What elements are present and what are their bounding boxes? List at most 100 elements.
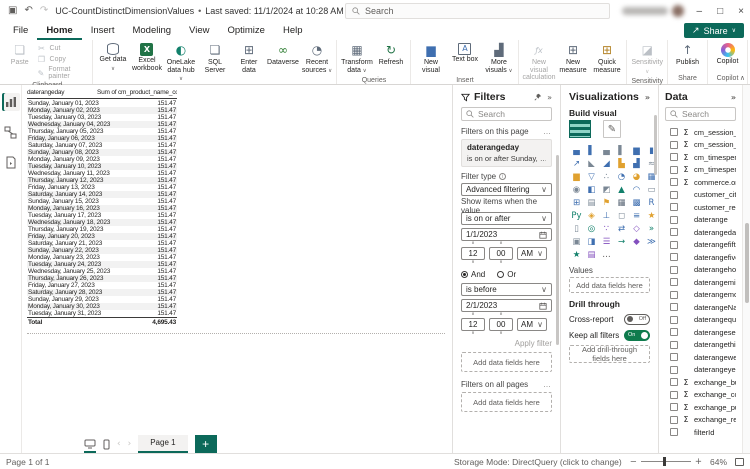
excel-workbook-button[interactable]: X Excel workbook bbox=[131, 42, 162, 72]
calendar-icon[interactable] bbox=[539, 231, 547, 239]
condition2-date-input[interactable]: 2/1/2023 bbox=[461, 299, 552, 312]
visual-shape-map-icon[interactable]: ◩ bbox=[599, 183, 614, 196]
checkbox[interactable] bbox=[670, 165, 678, 174]
minute-up-icon[interactable]: ∧ bbox=[489, 312, 513, 317]
checkbox[interactable] bbox=[670, 428, 678, 437]
field-daterangemin[interactable]: daterangemin… bbox=[665, 276, 736, 289]
text-box-button[interactable]: A Text box bbox=[449, 42, 480, 64]
hour-down-icon[interactable]: ∨ bbox=[461, 260, 485, 265]
field-daterangesec[interactable]: daterangesec… bbox=[665, 326, 736, 339]
zoom-slider-thumb[interactable] bbox=[662, 457, 666, 466]
field-daterangethirt[interactable]: daterangethirt… bbox=[665, 339, 736, 352]
visual-qa-visual-icon[interactable]: ◻ bbox=[614, 209, 629, 222]
visual-donut-chart-icon[interactable]: ◕ bbox=[629, 170, 644, 183]
table-row[interactable]: Saturday, January 21, 2023 151.47 bbox=[27, 240, 177, 247]
field-cm-timespent[interactable]: Σcm_timespent… bbox=[665, 164, 736, 177]
condition1-ampm-dropdown[interactable]: AM ∨ bbox=[517, 247, 547, 260]
visual-metrics-icon[interactable]: ★ bbox=[644, 209, 658, 222]
table-row[interactable]: Sunday, January 15, 2023 151.47 bbox=[27, 198, 177, 205]
field-cm-session-st[interactable]: Σcm_session_st… bbox=[665, 139, 736, 152]
checkbox[interactable] bbox=[670, 365, 678, 374]
or-radio[interactable]: Or bbox=[497, 270, 516, 279]
minute-down-icon[interactable]: ∨ bbox=[489, 260, 513, 265]
field-daterange[interactable]: daterange bbox=[665, 214, 736, 227]
menu-view[interactable]: View bbox=[180, 22, 218, 40]
field-daterangeyear[interactable]: daterangeyear bbox=[665, 364, 736, 377]
zoom-slider-track[interactable] bbox=[640, 457, 691, 466]
table-row[interactable]: Thursday, January 19, 2023 151.47 bbox=[27, 226, 177, 233]
filter-card-daterangeday[interactable]: daterangeday is on or after Sunday, … bbox=[461, 139, 552, 167]
visual-stacked-bar-chart-icon[interactable]: ▄ bbox=[569, 144, 584, 157]
and-radio[interactable]: And bbox=[461, 270, 485, 279]
field-exchange-cost[interactable]: Σexchange_cost bbox=[665, 389, 736, 402]
table-row[interactable]: Wednesday, January 18, 2023 151.47 bbox=[27, 219, 177, 226]
get-data-button[interactable]: Get data ∨ bbox=[97, 42, 128, 73]
visual-new-card-icon[interactable]: ⊞ bbox=[569, 196, 584, 209]
field-daterangena[interactable]: daterangeNa… bbox=[665, 301, 736, 314]
table-row[interactable]: Monday, January 23, 2023 151.47 bbox=[27, 254, 177, 261]
table-row[interactable]: Sunday, January 01, 2023 151.47 bbox=[27, 100, 177, 107]
field-cm-timespent[interactable]: Σcm_timespent… bbox=[665, 151, 736, 164]
field-customer-regi[interactable]: customer_regi… bbox=[665, 201, 736, 214]
visual-gauge-icon[interactable]: ◠ bbox=[629, 183, 644, 196]
visual-numeric-range-slicer-icon[interactable]: ◇ bbox=[629, 222, 644, 235]
copilot-button[interactable]: Copilot bbox=[712, 42, 743, 66]
visual-r-script-visual-icon[interactable]: R bbox=[644, 196, 658, 209]
checkbox[interactable] bbox=[670, 228, 678, 237]
table-row[interactable]: Tuesday, January 17, 2023 151.47 bbox=[27, 212, 177, 219]
visual-get-more-visuals-icon[interactable]: ≫ bbox=[644, 235, 658, 248]
condition1-date-input[interactable]: 1/1/2023 bbox=[461, 228, 552, 241]
table-row[interactable]: Wednesday, January 04, 2023 151.47 bbox=[27, 121, 177, 128]
publish-button[interactable]: ↑ Publish bbox=[672, 42, 703, 67]
filter-type-dropdown[interactable]: Advanced filtering ∨ bbox=[461, 183, 552, 196]
visual-100-stacked-bar-chart-icon[interactable]: ▆ bbox=[629, 144, 644, 157]
checkbox[interactable] bbox=[670, 240, 678, 249]
fit-to-page-icon[interactable] bbox=[735, 457, 744, 466]
hour-down-icon[interactable]: ∨ bbox=[461, 331, 485, 336]
more-options-icon[interactable]: … bbox=[543, 127, 552, 136]
checkbox[interactable] bbox=[670, 253, 678, 262]
more-options-icon[interactable]: … bbox=[543, 380, 552, 389]
menu-modeling[interactable]: Modeling bbox=[123, 22, 180, 40]
share-button[interactable]: ↗ Share ∨ bbox=[684, 23, 744, 38]
visual-slicer-icon[interactable]: ▯ bbox=[569, 222, 584, 235]
field-daterangeweek[interactable]: daterangeweek bbox=[665, 351, 736, 364]
table-row[interactable]: Wednesday, January 11, 2023 151.47 bbox=[27, 170, 177, 177]
table-row[interactable]: Friday, January 20, 2023 151.47 bbox=[27, 233, 177, 240]
data-search-input[interactable]: Search bbox=[665, 107, 736, 121]
table-row[interactable]: Tuesday, January 24, 2023 151.47 bbox=[27, 261, 177, 268]
visual-area-chart-icon[interactable]: ◣ bbox=[584, 157, 599, 170]
values-dropzone[interactable]: Add data fields here bbox=[569, 277, 650, 293]
save-icon[interactable]: ▣ bbox=[8, 0, 17, 22]
new-visual-button[interactable]: ▆ New visual bbox=[415, 42, 446, 74]
add-data-fields-dropzone[interactable]: Add data fields here bbox=[461, 392, 552, 412]
field-filterid[interactable]: filterId bbox=[665, 426, 736, 439]
visual-card-icon[interactable]: ▭ bbox=[644, 183, 658, 196]
visual-decomposition-tree-icon[interactable]: ⊥ bbox=[599, 209, 614, 222]
table-row[interactable]: Friday, January 13, 2023 151.47 bbox=[27, 184, 177, 191]
scrollbar-thumb[interactable] bbox=[745, 223, 749, 303]
checkbox[interactable] bbox=[670, 190, 678, 199]
visual-python-visual-icon[interactable]: Py bbox=[569, 209, 584, 222]
visual-more-options-icon[interactable]: … bbox=[599, 248, 614, 261]
report-canvas[interactable]: daterangeday Sum of cm_product_name_coun… bbox=[22, 85, 452, 453]
field-daterangehour[interactable]: daterangehour bbox=[665, 264, 736, 277]
field-daterangefifte[interactable]: daterangefifte… bbox=[665, 239, 736, 252]
checkbox[interactable] bbox=[670, 378, 678, 387]
visual-stacked-area-chart-icon[interactable]: ◢ bbox=[599, 157, 614, 170]
transform-data-button[interactable]: ▦ Transform data ∨ bbox=[341, 42, 373, 75]
visual-clustered-column-chart-icon[interactable]: ▌ bbox=[614, 144, 629, 157]
hour-up-icon[interactable]: ∧ bbox=[461, 241, 485, 246]
table-row[interactable]: Monday, January 09, 2023 151.47 bbox=[27, 156, 177, 163]
new-measure-button[interactable]: ⊞ New measure bbox=[557, 42, 588, 74]
visual-stacked-column-chart-icon[interactable]: ▌ bbox=[584, 144, 599, 157]
visual-azure-map-icon[interactable]: ▲ bbox=[614, 183, 629, 196]
checkbox[interactable] bbox=[670, 290, 678, 299]
visual-paginated-report-icon[interactable]: ▣ bbox=[569, 235, 584, 248]
visual-funnel-icon[interactable]: ▽ bbox=[584, 170, 599, 183]
tab-page-1[interactable]: Page 1 bbox=[138, 435, 188, 453]
table-row[interactable]: Monday, January 02, 2023 151.47 bbox=[27, 107, 177, 114]
condition2-minute-input[interactable]: 00 bbox=[489, 318, 513, 331]
checkbox[interactable] bbox=[670, 178, 678, 187]
new-page-button[interactable]: + bbox=[194, 435, 217, 453]
